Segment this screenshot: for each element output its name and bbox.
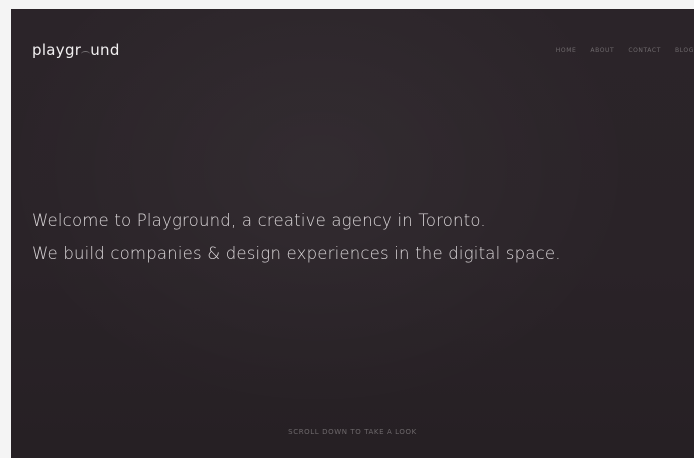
site-header: playgr und HOME ABOUT CONTACT BLOG: [11, 9, 694, 79]
main-nav: HOME ABOUT CONTACT BLOG: [556, 47, 694, 54]
nav-contact[interactable]: CONTACT: [628, 47, 661, 54]
logo-text-start: playgr: [32, 41, 82, 59]
site-logo[interactable]: playgr und: [32, 41, 120, 59]
nav-blog[interactable]: BLOG: [675, 47, 694, 54]
logo-text-end: und: [90, 41, 120, 59]
hero-text: Welcome to Playground, a creative agency…: [32, 204, 561, 270]
website-viewport: playgr und HOME ABOUT CONTACT BLOG Welcom…: [11, 9, 694, 458]
hero-line-2: We build companies & design experiences …: [32, 244, 561, 263]
hero-line-1: Welcome to Playground, a creative agency…: [32, 211, 486, 230]
scroll-down-link[interactable]: SCROLL DOWN TO TAKE A LOOK: [11, 428, 694, 436]
nav-home[interactable]: HOME: [556, 47, 577, 54]
nav-about[interactable]: ABOUT: [590, 47, 614, 54]
